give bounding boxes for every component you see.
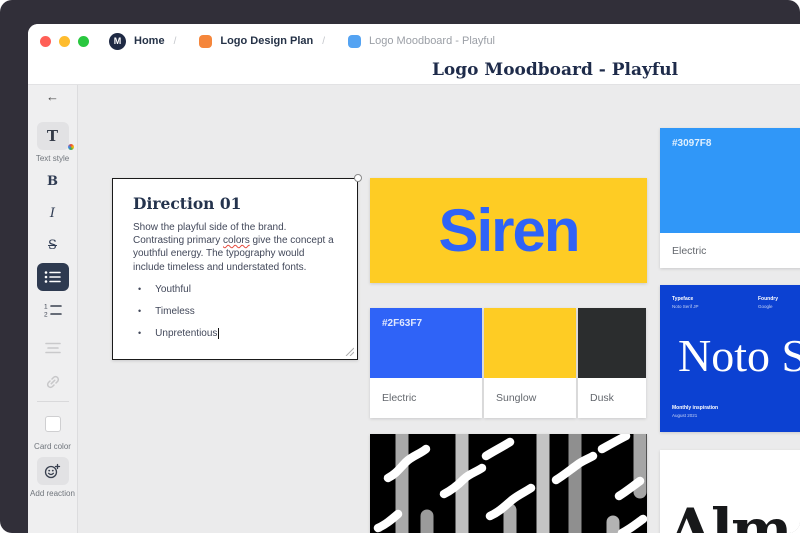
color-swatch: #3097F8 [660, 128, 800, 233]
numbered-list-icon: 12 [44, 303, 62, 318]
foundry-meta: FoundryGoogle [758, 295, 778, 311]
card-color-button[interactable] [37, 410, 69, 438]
window-controls [40, 36, 89, 47]
list-item: •Timeless [133, 306, 337, 317]
bullet-list-button[interactable] [37, 263, 69, 291]
color-swatch: #2F63F7 [370, 308, 482, 378]
swatch-name: Electric [660, 233, 800, 268]
pattern-image-card[interactable] [370, 434, 647, 533]
misspelled-word: colors [223, 235, 250, 246]
text-style-icon: T [47, 127, 58, 145]
color-swatch [484, 308, 576, 378]
numbered-list-button[interactable]: 12 [44, 303, 62, 323]
strikethrough-button[interactable]: S [48, 238, 57, 253]
pattern-artwork [370, 434, 647, 533]
breadcrumb-home[interactable]: Home [134, 35, 165, 47]
color-swatch-card-sunglow[interactable]: Sunglow [484, 308, 576, 418]
text-style-button[interactable]: T [37, 122, 69, 150]
color-swatch-card-electric[interactable]: #2F63F7 Electric [370, 308, 482, 418]
link-icon [45, 374, 61, 390]
list-item: •Youthful [133, 284, 337, 295]
add-reaction-button[interactable] [37, 457, 69, 485]
siren-logo-card[interactable]: Siren [370, 178, 647, 283]
inspiration-meta: Monthly inspirationAugust 2021 [672, 404, 718, 420]
swatch-name: Sunglow [484, 378, 576, 418]
minimize-window-button[interactable] [59, 36, 70, 47]
list-item: •Unpretentious [133, 328, 337, 339]
text-align-icon [45, 341, 61, 355]
siren-wordmark: Siren [438, 196, 578, 265]
titlebar: M Home / Logo Design Plan / Logo Moodboa… [28, 24, 800, 58]
formatting-toolbar: ← T Text style B I S [28, 85, 78, 533]
link-button[interactable] [45, 374, 61, 395]
color-swatch [578, 308, 646, 378]
app-window: M Home / Logo Design Plan / Logo Moodboa… [28, 24, 800, 533]
add-reaction-label: Add reaction [30, 489, 75, 498]
board-title-bar: Logo Moodboard - Playful [28, 58, 800, 85]
note-title: Direction 01 [133, 194, 337, 213]
alm-typeface-card[interactable]: Alm [660, 450, 800, 533]
close-window-button[interactable] [40, 36, 51, 47]
alm-specimen: Alm [668, 496, 790, 533]
text-color-dot-icon [68, 144, 74, 150]
breadcrumb-logo-design-plan[interactable]: Logo Design Plan [220, 35, 313, 47]
swatch-name: Dusk [578, 378, 646, 418]
breadcrumb-current-board[interactable]: Logo Moodboard - Playful [369, 35, 495, 47]
zoom-window-button[interactable] [78, 36, 89, 47]
color-swatch-card-electric-light[interactable]: #3097F8 Electric [660, 128, 800, 268]
add-reaction-smiley-icon [44, 463, 61, 479]
board-title[interactable]: Logo Moodboard - Playful [432, 60, 678, 80]
text-cursor [218, 328, 219, 339]
card-color-label: Card color [34, 442, 71, 451]
swatch-hex-label: #2F63F7 [382, 318, 422, 329]
text-align-button[interactable] [45, 341, 61, 360]
bold-button[interactable]: B [47, 174, 58, 189]
text-style-label: Text style [36, 154, 69, 163]
swatch-hex-label: #3097F8 [672, 138, 711, 149]
card-color-swatch-icon [45, 416, 61, 432]
noto-typeface-card[interactable]: TypefaceNoto Serif JP FoundryGoogle Noto… [660, 285, 800, 432]
breadcrumb-separator: / [322, 36, 325, 47]
board-icon-orange [199, 35, 212, 48]
screen: M Home / Logo Design Plan / Logo Moodboa… [0, 0, 800, 533]
resize-handle-icon[interactable] [345, 347, 354, 356]
selection-handle[interactable] [354, 174, 362, 182]
italic-button[interactable]: I [50, 206, 55, 221]
color-swatch-card-dusk[interactable]: Dusk [578, 308, 646, 418]
direction-note-card[interactable]: Direction 01 Show the playful side of th… [112, 178, 358, 360]
back-arrow-button[interactable]: ← [46, 89, 59, 104]
svg-text:1: 1 [44, 304, 48, 311]
bullet-list-icon [44, 270, 62, 284]
note-bullet-list: •Youthful •Timeless •Unpretentious [133, 284, 337, 339]
breadcrumb-separator: / [174, 36, 177, 47]
swatch-name: Electric [370, 378, 482, 418]
board-icon-blue [348, 35, 361, 48]
board-canvas[interactable]: Direction 01 Show the playful side of th… [78, 85, 800, 533]
milanote-logo-icon[interactable]: M [109, 33, 126, 50]
note-body: Show the playful side of the brand. Cont… [133, 221, 337, 274]
svg-text:2: 2 [44, 312, 48, 319]
typeface-specimen: Noto Se [678, 329, 800, 382]
typeface-meta: TypefaceNoto Serif JP [672, 295, 699, 311]
toolbar-divider [37, 401, 69, 402]
